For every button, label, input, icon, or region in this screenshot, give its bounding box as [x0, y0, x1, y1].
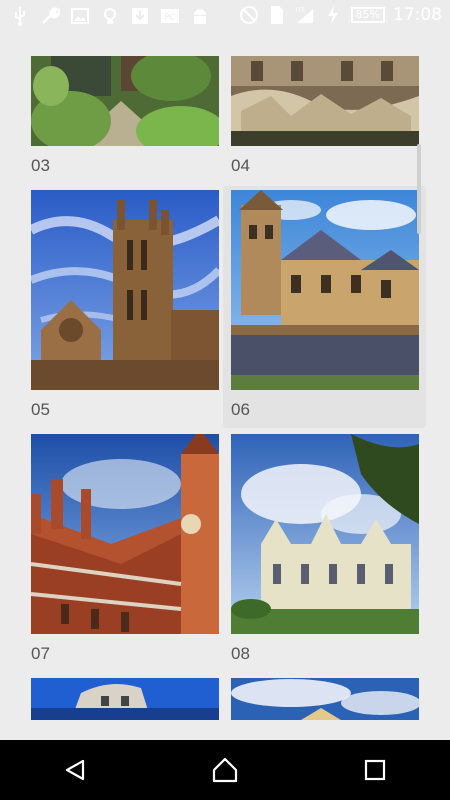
system-icons: LTE 85% 17:08 — [239, 5, 442, 25]
back-button[interactable] — [45, 740, 105, 800]
thumbnail-image[interactable] — [231, 56, 419, 146]
thumbnail-image[interactable] — [231, 434, 419, 634]
scrollbar-thumb[interactable] — [417, 144, 421, 234]
signal-icon: LTE — [295, 5, 315, 25]
item-label: 03 — [31, 156, 50, 175]
notification-icons: PC — [10, 6, 210, 26]
pc-icon: PC — [160, 6, 180, 26]
item-label: 05 — [31, 400, 50, 419]
android-icon — [190, 6, 210, 26]
gallery-item[interactable]: 03 — [31, 56, 219, 186]
gallery-item[interactable] — [231, 678, 419, 740]
gallery-item[interactable]: 07 — [31, 434, 219, 674]
clock: 17:08 — [393, 5, 442, 25]
navigation-bar — [0, 740, 450, 800]
gallery-item[interactable]: 06 — [231, 190, 419, 430]
svg-text:PC: PC — [164, 13, 176, 23]
sim-icon — [267, 5, 287, 25]
block-icon — [239, 5, 259, 25]
thumbnail-image[interactable] — [231, 678, 419, 720]
item-label — [31, 720, 219, 740]
back-icon — [65, 759, 85, 781]
gallery-item[interactable]: 05 — [31, 190, 219, 430]
thumbnail-image[interactable] — [31, 678, 219, 720]
thumbnail-image[interactable] — [31, 190, 219, 390]
svg-text:LTE: LTE — [295, 7, 305, 13]
gallery-item[interactable] — [31, 678, 219, 740]
gallery-grid[interactable]: 03 04 05 06 07 08 — [0, 32, 450, 740]
home-icon — [212, 757, 238, 783]
item-label: 08 — [231, 644, 250, 663]
gallery-item[interactable]: 08 — [231, 434, 419, 674]
thumbnail-image[interactable] — [231, 190, 419, 390]
lightbulb-icon — [100, 6, 120, 26]
thumbnail-image[interactable] — [31, 56, 219, 146]
item-label: 04 — [231, 156, 250, 175]
item-label: 06 — [231, 400, 250, 419]
battery-percent: 85% — [355, 8, 380, 21]
gallery-item[interactable]: 04 — [231, 56, 419, 186]
status-bar: PC LTE 85% 17:08 — [0, 0, 450, 32]
battery-indicator: 85% — [350, 7, 385, 23]
item-label: 07 — [31, 644, 50, 663]
download-icon — [130, 6, 150, 26]
recents-button[interactable] — [345, 740, 405, 800]
image-icon — [70, 6, 90, 26]
recents-icon — [364, 759, 386, 781]
item-label — [231, 720, 419, 740]
thumbnail-image[interactable] — [31, 434, 219, 634]
usb-icon — [10, 6, 30, 26]
wrench-icon — [40, 6, 60, 26]
home-button[interactable] — [195, 740, 255, 800]
charging-icon — [323, 5, 343, 25]
